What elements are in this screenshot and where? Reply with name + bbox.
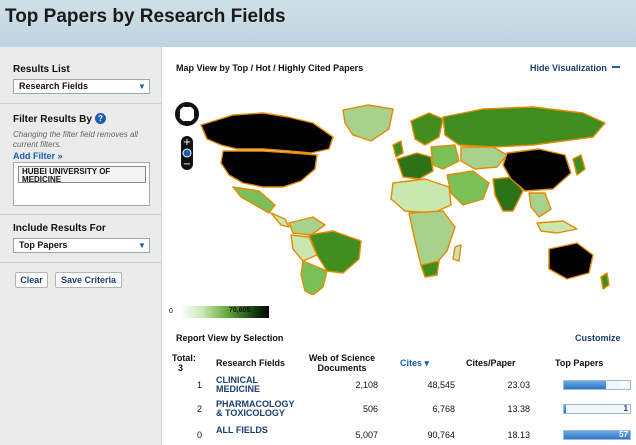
map-region	[536, 220, 578, 234]
top-papers-value: 36	[619, 380, 628, 389]
cites-value: 6,768	[432, 404, 455, 414]
results-list-select[interactable]: Research Fields ▼	[13, 79, 150, 94]
map-region	[390, 178, 452, 214]
research-field-link[interactable]: PHARMACOLOGY & TOXICOLOGY	[216, 400, 298, 418]
page-header: Top Papers by Research Fields	[0, 0, 636, 47]
map-region	[410, 112, 444, 146]
map-region	[430, 144, 460, 170]
results-list-label: Results List	[13, 64, 70, 75]
total-label: Total:	[172, 353, 196, 363]
top-papers-bar-fill	[564, 405, 566, 413]
column-cites[interactable]: Cites ▾	[400, 358, 429, 368]
cites-value: 48,545	[427, 380, 455, 390]
zoom-in-icon: +	[183, 137, 191, 148]
top-papers-value: 57	[619, 430, 628, 439]
map-region	[528, 192, 552, 218]
top-papers-bar: 36	[563, 380, 631, 390]
hide-visualization-link[interactable]: Hide Visualization	[530, 63, 620, 73]
column-cites-per-paper[interactable]: Cites/Paper	[466, 358, 516, 368]
total-value: 3	[178, 363, 184, 373]
include-value: Top Papers	[19, 240, 68, 250]
page-title: Top Papers by Research Fields	[5, 6, 286, 27]
clear-button[interactable]: Clear	[15, 272, 48, 288]
filter-label: Filter Results By?	[13, 113, 106, 125]
research-field-link[interactable]: ALL FIELDS	[216, 426, 298, 435]
wos-documents-value: 2,108	[355, 380, 378, 390]
wos-documents-value: 5,007	[355, 430, 378, 440]
research-field-link[interactable]: CLINICAL MEDICINE	[216, 376, 298, 394]
map-region	[446, 170, 490, 206]
main-panel: Map View by Top / Hot / Highly Cited Pap…	[163, 47, 636, 445]
row-rank: 0	[197, 430, 203, 440]
sidebar: Results List Research Fields ▼ Filter Re…	[0, 47, 162, 445]
zoom-out-icon: −	[183, 159, 191, 170]
legend-max: 70,605	[229, 307, 251, 314]
world-map[interactable]	[193, 95, 613, 295]
map-region	[392, 140, 404, 158]
cites-per-paper-value: 18.13	[507, 430, 530, 440]
map-region	[270, 212, 290, 228]
map-region	[200, 112, 334, 154]
save-criteria-button[interactable]: Save Criteria	[55, 272, 122, 288]
divider	[0, 262, 162, 263]
divider	[0, 214, 162, 215]
map-region	[600, 272, 610, 290]
top-papers-bar: 1	[563, 404, 631, 414]
map-region	[460, 146, 508, 170]
legend-gradient	[181, 306, 269, 318]
divider	[0, 103, 162, 104]
filter-note: Changing the filter field removes all cu…	[13, 130, 138, 149]
cites-per-paper-value: 13.38	[507, 404, 530, 414]
map-region	[220, 150, 318, 188]
map-region	[572, 154, 586, 176]
include-select[interactable]: Top Papers ▼	[13, 238, 150, 253]
map-region	[442, 106, 606, 148]
top-papers-bar: 57	[563, 430, 631, 440]
column-wos-documents[interactable]: Web of Science Documents	[302, 353, 382, 373]
results-list-value: Research Fields	[19, 81, 89, 91]
collapse-icon	[611, 66, 620, 68]
column-top-papers[interactable]: Top Papers	[555, 358, 603, 368]
chevron-down-icon: ▼	[138, 241, 146, 250]
wos-documents-value: 506	[362, 404, 378, 414]
report-title: Report View by Selection	[176, 333, 284, 343]
map-region	[300, 260, 328, 295]
map-region	[408, 210, 456, 268]
map-region	[232, 186, 276, 214]
add-filter-link[interactable]: Add Filter »	[13, 151, 63, 161]
cites-value: 90,764	[427, 430, 455, 440]
legend-min: 0	[169, 308, 173, 315]
filter-item[interactable]: HUBEI UNIVERSITY OF MEDICINE	[18, 166, 146, 184]
map-region	[548, 242, 594, 280]
cites-per-paper-value: 23.03	[507, 380, 530, 390]
row-rank: 1	[197, 380, 203, 390]
help-icon[interactable]: ?	[94, 113, 106, 124]
include-label: Include Results For	[13, 223, 106, 234]
row-rank: 2	[197, 404, 203, 414]
customize-link[interactable]: Customize	[575, 333, 621, 343]
top-papers-bar-fill	[564, 381, 606, 389]
top-papers-value: 1	[623, 404, 628, 413]
chevron-down-icon: ▼	[138, 82, 146, 91]
map-region	[342, 104, 394, 142]
filter-list: HUBEI UNIVERSITY OF MEDICINE	[13, 162, 150, 206]
visualization-title: Map View by Top / Hot / Highly Cited Pap…	[176, 63, 364, 73]
map-region	[288, 216, 326, 236]
map-region	[396, 152, 434, 180]
column-research-fields[interactable]: Research Fields	[216, 358, 285, 368]
map-region	[452, 244, 462, 262]
